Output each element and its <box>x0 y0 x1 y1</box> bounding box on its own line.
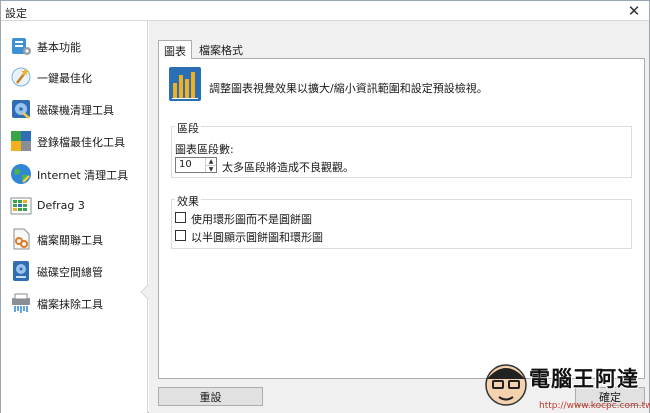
watermark: 電腦王阿達 http://www.kocpc.com.tw <box>479 359 650 413</box>
watermark-brand: 電腦王阿達 <box>529 367 639 391</box>
group-title: 效果 <box>175 193 201 209</box>
sidebar-item-defrag[interactable]: Defrag 3 <box>1 191 148 221</box>
segment-count-value[interactable]: 10 <box>179 159 192 170</box>
sidebar-item-label: 磁碟機清理工具 <box>37 104 114 117</box>
checkbox-label[interactable]: 以半圓顯示圓餅圖和環形圖 <box>191 229 323 245</box>
window-title: 設定 <box>5 7 27 20</box>
title-bar: 設定 ✕ <box>1 1 649 21</box>
defrag-grid-icon <box>10 197 32 215</box>
sidebar-item-disk-cleanup[interactable]: 磁碟機清理工具 <box>1 94 148 124</box>
sidebar-item-label: 基本功能 <box>37 41 81 54</box>
disk-space-icon <box>13 261 29 281</box>
stepper-arrows: ▲ ▼ <box>205 158 216 173</box>
segment-count-stepper[interactable]: 10 ▲ ▼ <box>175 157 217 173</box>
group-title: 區段 <box>175 120 201 136</box>
sidebar-item-basic[interactable]: 基本功能 <box>1 31 148 61</box>
tab-file-format[interactable]: 檔案格式 <box>194 40 248 59</box>
settings-tool-icon <box>12 38 31 55</box>
sidebar: 基本功能 一鍵最佳化 磁碟機清理工具 登錄檔最佳化工具 Internet 清理工… <box>1 21 149 413</box>
sidebar-item-label: 檔案抹除工具 <box>37 298 103 311</box>
panel-description: 調整圖表視覺效果以擴大/縮小資訊範圍和設定預設檢視。 <box>209 82 488 95</box>
watermark-url: http://www.kocpc.com.tw <box>539 401 650 411</box>
tab-chart[interactable]: 圖表 <box>158 40 192 59</box>
sidebar-item-label: Internet 清理工具 <box>37 169 129 182</box>
magic-wand-icon <box>11 67 31 87</box>
mascot-face-icon <box>485 364 527 406</box>
sidebar-item-disk-space[interactable]: 磁碟空間總管 <box>1 256 148 286</box>
sidebar-item-label: 檔案關聯工具 <box>37 234 103 247</box>
checkbox[interactable] <box>175 230 186 241</box>
settings-window: 設定 ✕ 基本功能 一鍵最佳化 磁碟機清理工具 登錄檔最佳化工具 Interne… <box>0 0 650 413</box>
bar-chart-icon <box>169 67 201 101</box>
sidebar-item-label: 磁碟空間總管 <box>37 266 103 279</box>
segment-count-hint: 太多區段將造成不良觀觀。 <box>222 161 354 174</box>
sidebar-item-internet[interactable]: Internet 清理工具 <box>1 159 148 189</box>
registry-puzzle-icon <box>11 131 31 151</box>
checkbox-label[interactable]: 使用環形圖而不是圓餅圖 <box>191 211 312 227</box>
sidebar-item-label: Defrag 3 <box>37 199 85 212</box>
sidebar-item-file-shredder[interactable]: 檔案抹除工具 <box>1 288 148 318</box>
disk-cleanup-icon <box>12 100 30 119</box>
sidebar-item-label: 登錄檔最佳化工具 <box>37 136 125 149</box>
close-icon[interactable]: ✕ <box>625 2 643 20</box>
file-link-icon <box>13 228 30 250</box>
sidebar-item-label: 一鍵最佳化 <box>37 72 92 85</box>
sidebar-item-one-click[interactable]: 一鍵最佳化 <box>1 62 148 92</box>
reset-button[interactable]: 重設 <box>158 387 263 406</box>
checkbox[interactable] <box>175 212 186 223</box>
sidebar-item-registry[interactable]: 登錄檔最佳化工具 <box>1 126 148 156</box>
main-content: 圖表 檔案格式 調整圖表視覺效果以擴大/縮小資訊範圍和設定預設檢視。 區段 圖表… <box>149 21 649 413</box>
file-shredder-icon <box>12 293 30 313</box>
selection-pointer-icon <box>140 284 149 300</box>
chart-settings-panel: 調整圖表視覺效果以擴大/縮小資訊範圍和設定預設檢視。 區段 圖表區段數: 10 … <box>158 58 645 379</box>
segments-group: 區段 圖表區段數: 10 ▲ ▼ 太多區段將造成不良觀觀。 <box>171 120 632 178</box>
effects-group: 效果 使用環形圖而不是圓餅圖 以半圓顯示圓餅圖和環形圖 <box>171 193 632 249</box>
stepper-down-icon[interactable]: ▼ <box>206 165 216 173</box>
internet-globe-icon <box>11 164 31 184</box>
stepper-up-icon[interactable]: ▲ <box>206 158 216 165</box>
segment-count-label: 圖表區段數: <box>175 143 234 156</box>
sidebar-item-file-association[interactable]: 檔案關聯工具 <box>1 224 148 254</box>
